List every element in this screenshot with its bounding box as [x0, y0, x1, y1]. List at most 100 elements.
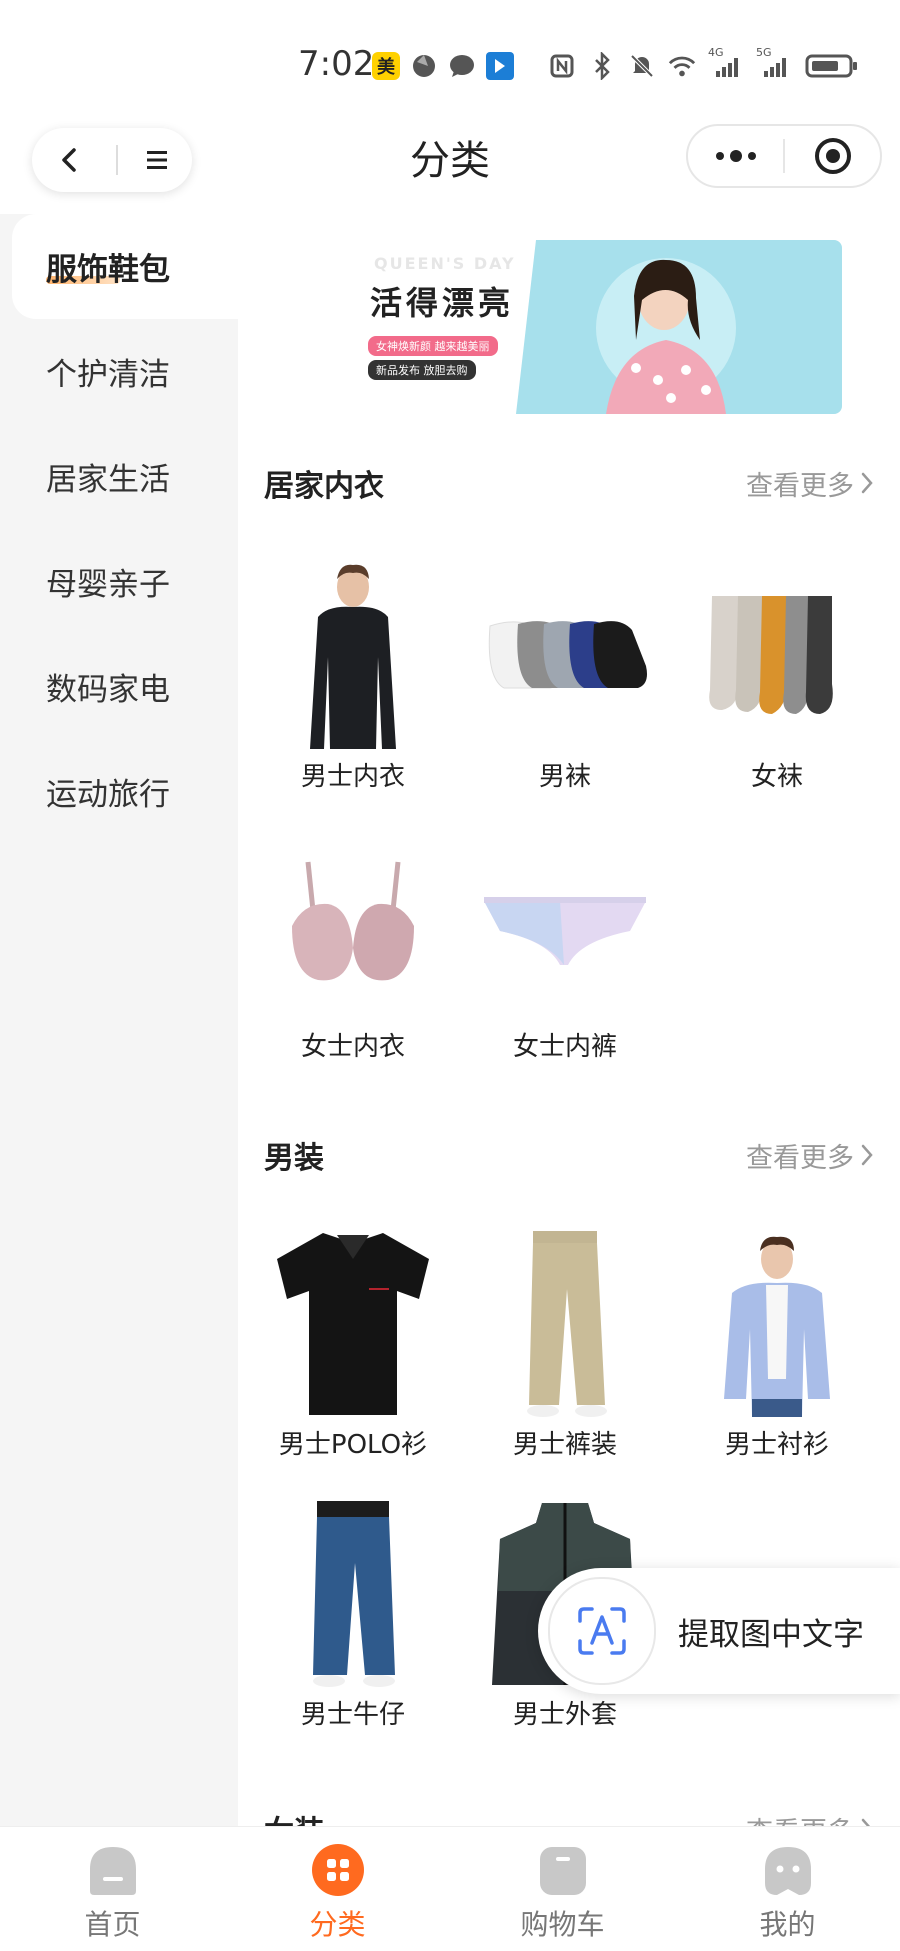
chevron-right-icon	[861, 1144, 873, 1166]
signal-5g-icon: 5G	[756, 46, 792, 80]
sidebar-item-digital[interactable]: 数码家电	[0, 634, 238, 739]
banner-headline: 活得漂亮	[370, 284, 515, 322]
banner-bg-text: QUEEN'S DAY	[374, 254, 516, 273]
sidebar-item-apparel[interactable]: 服饰鞋包	[12, 214, 238, 319]
target-circle-icon	[814, 138, 851, 174]
meituan-badge-text: 美	[377, 57, 395, 78]
sidebar-item-label: 运动旅行	[46, 777, 170, 813]
see-more-label: 查看更多	[746, 470, 854, 502]
product-tile[interactable]: 男士POLO衫	[258, 1224, 448, 1461]
product-image-bra	[258, 826, 448, 1026]
cart-icon	[539, 1847, 586, 1895]
flag-app-icon	[486, 52, 514, 80]
product-tile[interactable]: 男袜	[470, 556, 660, 793]
sidebar-item-mother-baby[interactable]: 母婴亲子	[0, 529, 238, 634]
chevron-right-icon	[861, 472, 873, 494]
sidebar-item-personal-care[interactable]: 个护清洁	[0, 319, 238, 424]
product-name: 男士POLO衫	[278, 1430, 428, 1460]
network-5g-label: 5G	[756, 46, 772, 59]
product-tile[interactable]: 男士裤装	[470, 1224, 660, 1461]
category-icon	[311, 1844, 364, 1896]
home-icon	[89, 1847, 136, 1895]
product-name: 女袜	[750, 762, 803, 792]
wifi-icon	[668, 52, 696, 80]
product-image-jeans	[258, 1494, 448, 1694]
product-name: 男士牛仔	[300, 1700, 405, 1730]
sidebar-item-home-living[interactable]: 居家生活	[0, 424, 238, 529]
aperture-icon	[410, 52, 438, 80]
close-miniapp-button[interactable]	[785, 126, 880, 186]
battery-icon	[804, 52, 860, 80]
nfc-icon	[548, 52, 576, 80]
product-name: 女士内裤	[512, 1032, 617, 1062]
status-bar: 7:02 美 4G 5G	[0, 0, 900, 120]
see-more-link[interactable]: 查看更多	[746, 1810, 874, 1827]
miniapp-capsule	[686, 124, 882, 188]
product-tile[interactable]: 女士内裤	[470, 826, 660, 1063]
section-title: 居家内衣	[264, 469, 384, 504]
product-tile[interactable]: 男士内衣	[258, 556, 448, 793]
product-image-shirt	[682, 1224, 872, 1424]
network-4g-label: 4G	[708, 46, 724, 59]
tab-label: 分类	[309, 1908, 366, 1941]
product-image-womens-socks	[682, 556, 872, 756]
product-name: 男袜	[538, 762, 591, 792]
tab-home[interactable]: 首页	[0, 1827, 225, 1951]
product-tile[interactable]: 男士衬衫	[682, 1224, 872, 1461]
section-title: 女装	[264, 1807, 324, 1826]
product-name: 男士衬衫	[724, 1430, 829, 1460]
see-more-label: 查看更多	[746, 1810, 854, 1827]
chat-bubble-icon	[448, 52, 476, 80]
tab-category[interactable]: 分类	[225, 1827, 450, 1951]
see-more-link[interactable]: 查看更多	[746, 1136, 874, 1175]
section-title: 男装	[264, 1141, 324, 1176]
status-time: 7:02	[298, 44, 375, 84]
sidebar-item-label: 数码家电	[46, 672, 170, 708]
tab-label: 购物车	[520, 1908, 605, 1941]
product-name: 女士内衣	[300, 1032, 405, 1062]
section-header-menswear: 男装 查看更多	[264, 1130, 874, 1180]
banner-tagline: 女神焕新颜 越来越美丽	[368, 336, 498, 356]
status-notification-icons: 美	[372, 52, 514, 80]
extract-text-label: 提取图中文字	[678, 1616, 864, 1653]
mute-icon	[628, 52, 656, 80]
product-name: 男士外套	[512, 1700, 617, 1730]
tab-label: 我的	[759, 1908, 816, 1941]
status-system-icons: 4G 5G	[548, 46, 860, 80]
product-tile[interactable]: 女士内衣	[258, 826, 448, 1063]
ocr-icon-wrap	[548, 1577, 656, 1685]
more-button[interactable]	[688, 126, 783, 186]
sidebar-item-label: 居家生活	[46, 462, 170, 498]
signal-4g-icon: 4G	[708, 46, 744, 80]
banner-subline: 新品发布 放胆去购	[368, 360, 476, 380]
category-sidebar: 服饰鞋包 个护清洁 居家生活 母婴亲子 数码家电 运动旅行	[0, 214, 238, 1826]
section-header-underwear: 居家内衣 查看更多	[264, 458, 874, 508]
see-more-link[interactable]: 查看更多	[746, 464, 874, 503]
see-more-label: 查看更多	[746, 1142, 854, 1174]
product-image-panties	[470, 826, 660, 1026]
product-name: 男士内衣	[300, 762, 405, 792]
product-image-polo	[258, 1224, 448, 1424]
sidebar-item-label: 服饰鞋包	[46, 252, 170, 288]
product-tile[interactable]: 男士牛仔	[258, 1494, 448, 1731]
tab-label: 首页	[84, 1908, 141, 1941]
product-tile[interactable]: 女袜	[682, 556, 872, 793]
chevron-right-icon	[861, 1818, 871, 1826]
product-name: 男士裤装	[512, 1430, 617, 1460]
extract-text-float-button[interactable]: 提取图中文字	[538, 1568, 900, 1694]
sidebar-item-sports-travel[interactable]: 运动旅行	[0, 739, 238, 844]
sidebar-item-label: 个护清洁	[46, 357, 170, 393]
bluetooth-icon	[588, 52, 616, 80]
product-image-pants	[470, 1224, 660, 1424]
tab-cart[interactable]: 购物车	[450, 1827, 675, 1951]
more-dots-icon	[715, 150, 756, 162]
meituan-icon: 美	[372, 52, 400, 80]
promo-banner[interactable]: QUEEN'S DAY 活得漂亮 女神焕新颜 越来越美丽 新品发布 放胆去购	[366, 240, 842, 414]
tab-profile[interactable]: 我的	[675, 1827, 900, 1951]
text-scan-icon	[578, 1607, 626, 1655]
product-image-mens-thermal	[258, 556, 448, 756]
product-image-mens-socks	[470, 556, 660, 756]
section-header-womenswear: 女装 查看更多	[264, 1804, 874, 1826]
profile-icon	[764, 1847, 811, 1895]
sidebar-item-label: 母婴亲子	[46, 567, 170, 603]
